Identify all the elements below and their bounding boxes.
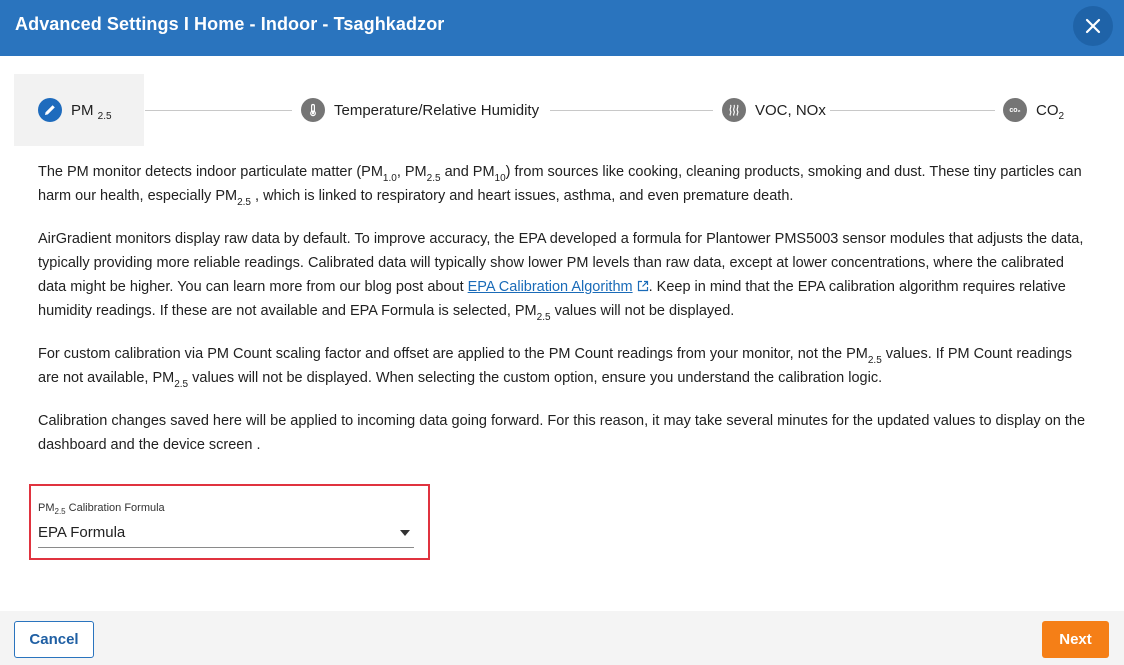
- step-co2[interactable]: co₂ CO2: [1003, 96, 1064, 124]
- epa-calibration-link[interactable]: EPA Calibration Algorithm: [468, 279, 649, 295]
- paragraph-pm-intro: The PM monitor detects indoor particulat…: [38, 164, 1082, 208]
- description-text: The PM monitor detects indoor particulat…: [38, 160, 1088, 476]
- step-label: PM 2.5: [71, 101, 112, 122]
- dialog-footer: Cancel Next: [0, 611, 1124, 665]
- paragraph-calibration-changes: Calibration changes saved here will be a…: [38, 413, 1086, 453]
- pencil-icon: [38, 98, 62, 122]
- next-button[interactable]: Next: [1042, 621, 1109, 658]
- step-connector: [550, 110, 713, 111]
- calibration-highlight-box: PM2.5 Calibration Formula EPA Formula: [29, 484, 430, 560]
- step-voc-nox[interactable]: VOC, NOx: [722, 96, 826, 124]
- select-label: PM2.5 Calibration Formula: [38, 502, 165, 516]
- cancel-button[interactable]: Cancel: [14, 621, 94, 658]
- paragraph-epa-info: AirGradient monitors display raw data by…: [38, 231, 1084, 323]
- dropdown-arrow-icon: [400, 530, 410, 536]
- waves-icon: [722, 98, 746, 122]
- close-icon: [1085, 18, 1101, 34]
- step-label: VOC, NOx: [755, 101, 826, 119]
- co2-icon: co₂: [1003, 98, 1027, 122]
- step-pm25[interactable]: PM 2.5: [38, 96, 112, 124]
- select-underline: [38, 547, 414, 548]
- close-button[interactable]: [1073, 6, 1113, 46]
- step-connector: [145, 110, 292, 111]
- external-link-icon: [637, 280, 648, 292]
- paragraph-custom-calibration: For custom calibration via PM Count scal…: [38, 346, 1072, 390]
- thermometer-icon: [301, 98, 325, 122]
- step-temperature-humidity[interactable]: Temperature/Relative Humidity: [301, 96, 539, 124]
- step-label: CO2: [1036, 101, 1065, 122]
- stepper: PM 2.5 Temperature/Relative Humidity VOC…: [0, 74, 1124, 146]
- step-label: Temperature/Relative Humidity: [334, 101, 540, 119]
- dialog-header: Advanced Settings I Home - Indoor - Tsag…: [0, 0, 1124, 56]
- step-connector: [830, 110, 995, 111]
- dialog-title: Advanced Settings I Home - Indoor - Tsag…: [15, 14, 445, 34]
- select-value: EPA Formula: [38, 524, 126, 541]
- pm25-calibration-formula-select[interactable]: PM2.5 Calibration Formula EPA Formula: [38, 500, 414, 550]
